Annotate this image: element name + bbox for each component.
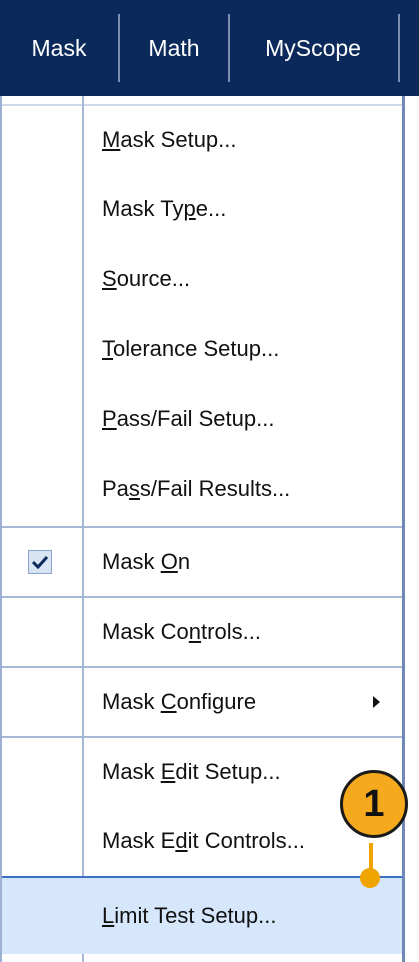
menu-separator (398, 14, 400, 82)
menu-item-label: Mask Setup... (102, 127, 237, 152)
menu-item-pass-fail-results[interactable]: Pass/Fail Results... (2, 454, 402, 524)
menu-item-label: Mask Edit Controls... (102, 828, 305, 853)
menu-myscope[interactable]: MyScope (230, 0, 396, 96)
menu-item-label: Mask Edit Setup... (102, 759, 281, 784)
mask-dropdown-menu: Mask Setup... Mask Type... Source... Tol… (0, 96, 405, 962)
submenu-arrow-icon (373, 696, 380, 708)
menu-item-mask-type[interactable]: Mask Type... (2, 174, 402, 244)
menu-item-mask-controls[interactable]: Mask Controls... (2, 596, 402, 666)
menu-item-pass-fail-setup[interactable]: Pass/Fail Setup... (2, 384, 402, 454)
checkmark-icon (28, 550, 52, 574)
menu-item-tolerance-setup[interactable]: Tolerance Setup... (2, 314, 402, 384)
menu-item-label: Tolerance Setup... (102, 336, 280, 361)
menu-item-label: Source... (102, 266, 191, 291)
callout-number-badge: 1 (340, 770, 408, 838)
menu-mask[interactable]: Mask (0, 0, 118, 96)
menu-item-mask-setup[interactable]: Mask Setup... (2, 106, 402, 174)
menu-item-label: Mask Configure (102, 689, 257, 714)
menu-item-label: Pass/Fail Setup... (102, 406, 275, 431)
menu-item-label: Limit Test Setup... (102, 903, 277, 928)
menu-bar: Mask Math MyScope (0, 0, 419, 96)
menu-math[interactable]: Math (120, 0, 228, 96)
menu-item-label: Mask Type... (102, 196, 227, 221)
menu-item-label: Mask On (102, 549, 191, 574)
menu-item-limit-test-setup[interactable]: Limit Test Setup... (2, 876, 402, 954)
menu-item-label: Mask Controls... (102, 619, 261, 644)
menu-top-border (2, 96, 402, 106)
menu-item-mask-on[interactable]: Mask On (2, 526, 402, 596)
menu-item-label: Pass/Fail Results... (102, 476, 291, 501)
menu-item-source[interactable]: Source... (2, 244, 402, 314)
menu-item-mask-configure[interactable]: Mask Configure (2, 666, 402, 736)
callout-pointer-dot (360, 868, 380, 888)
